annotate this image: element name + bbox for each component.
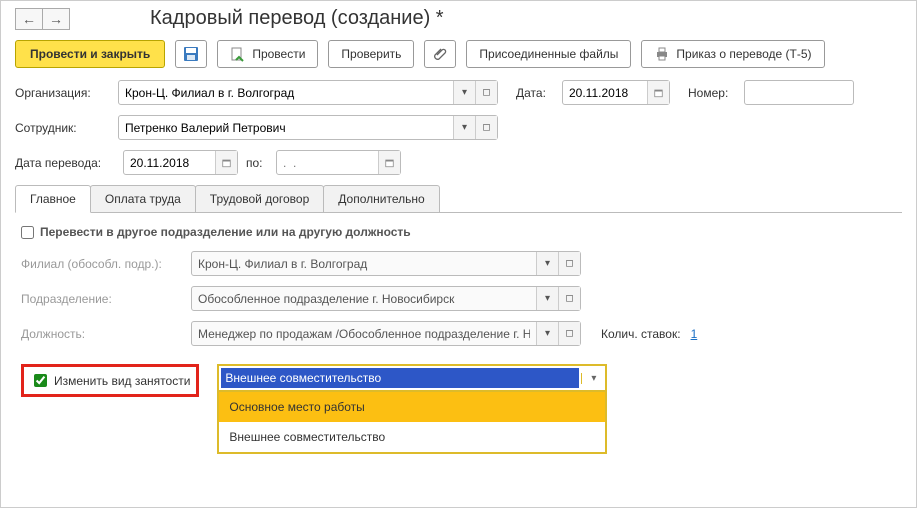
tab-payment[interactable]: Оплата труда [90, 185, 196, 212]
employee-field[interactable]: ▾ ◻ [118, 115, 498, 140]
chevron-down-icon: ▾ [545, 258, 550, 269]
number-field[interactable] [744, 80, 854, 105]
number-input[interactable] [745, 81, 853, 104]
transfer-checkbox-label: Перевести в другое подразделение или на … [40, 225, 411, 239]
organization-dropdown-button[interactable]: ▾ [453, 81, 475, 104]
branch-input [192, 252, 536, 275]
post-icon [230, 46, 246, 62]
page-title: Кадровый перевод (создание) * [150, 7, 444, 30]
printer-icon [654, 46, 670, 62]
organization-field[interactable]: ▾ ◻ [118, 80, 498, 105]
occupation-selected: Внешнее совместительство [221, 368, 579, 388]
tab-extra[interactable]: Дополнительно [323, 185, 439, 212]
chevron-down-icon: ▾ [545, 293, 550, 304]
post-button[interactable]: Провести [217, 40, 318, 68]
open-icon: ◻ [565, 328, 573, 339]
transfer-order-button[interactable]: Приказ о переводе (Т-5) [641, 40, 824, 68]
position-dropdown-button: ▾ [536, 322, 558, 345]
rates-link[interactable]: 1 [691, 327, 698, 341]
occupation-dropdown-list: Основное место работы Внешнее совместите… [217, 392, 607, 454]
attached-files-button[interactable]: Присоединенные файлы [466, 40, 631, 68]
to-date-calendar-button[interactable] [378, 151, 400, 174]
chevron-down-icon: ▾ [462, 122, 467, 133]
date-input[interactable] [563, 81, 647, 104]
attach-button[interactable] [424, 40, 456, 68]
open-icon: ◻ [482, 122, 490, 133]
chevron-down-icon: ▾ [462, 87, 467, 98]
nav-back-button[interactable]: ← [15, 8, 43, 30]
transfer-checkbox[interactable] [21, 226, 34, 239]
transfer-date-input[interactable] [124, 151, 215, 174]
save-button[interactable] [175, 40, 207, 68]
branch-open-button: ◻ [558, 252, 580, 275]
branch-field: ▾ ◻ [191, 251, 581, 276]
post-and-close-button[interactable]: Провести и закрыть [15, 40, 165, 68]
organization-open-button[interactable]: ◻ [475, 81, 497, 104]
branch-label: Филиал (обособл. подр.): [21, 257, 181, 271]
position-label: Должность: [21, 327, 181, 341]
paperclip-icon [432, 46, 448, 62]
date-calendar-button[interactable] [647, 81, 669, 104]
transfer-date-label: Дата перевода: [15, 156, 115, 170]
calendar-icon [385, 157, 394, 169]
nav-forward-button[interactable]: → [42, 8, 70, 30]
branch-dropdown-button: ▾ [536, 252, 558, 275]
position-open-button: ◻ [558, 322, 580, 345]
occupation-option-external[interactable]: Внешнее совместительство [219, 422, 605, 452]
position-field: ▾ ◻ [191, 321, 581, 346]
employee-input[interactable] [119, 116, 453, 139]
to-label: по: [246, 156, 268, 170]
chevron-down-icon: ▾ [545, 328, 550, 339]
employee-dropdown-button[interactable]: ▾ [453, 116, 475, 139]
number-label: Номер: [688, 86, 736, 100]
open-icon: ◻ [482, 87, 490, 98]
department-open-button: ◻ [558, 287, 580, 310]
open-icon: ◻ [565, 293, 573, 304]
organization-input[interactable] [119, 81, 453, 104]
date-label: Дата: [516, 86, 554, 100]
check-button[interactable]: Проверить [328, 40, 414, 68]
change-occupation-label: Изменить вид занятости [54, 374, 190, 388]
transfer-date-calendar-button[interactable] [215, 151, 237, 174]
change-occupation-highlight: Изменить вид занятости [21, 364, 199, 397]
employee-label: Сотрудник: [15, 121, 110, 135]
to-date-field[interactable] [276, 150, 401, 175]
to-date-input[interactable] [277, 151, 378, 174]
organization-label: Организация: [15, 86, 110, 100]
post-button-label: Провести [252, 47, 305, 61]
department-field: ▾ ◻ [191, 286, 581, 311]
transfer-order-label: Приказ о переводе (Т-5) [676, 47, 811, 61]
position-input [192, 322, 536, 345]
rates-label: Колич. ставок: [601, 327, 681, 341]
tab-main[interactable]: Главное [15, 185, 91, 213]
tab-contract[interactable]: Трудовой договор [195, 185, 324, 212]
calendar-icon [654, 87, 663, 99]
employee-open-button[interactable]: ◻ [475, 116, 497, 139]
change-occupation-checkbox[interactable] [34, 374, 47, 387]
department-input [192, 287, 536, 310]
open-icon: ◻ [565, 258, 573, 269]
calendar-icon [222, 157, 231, 169]
department-label: Подразделение: [21, 292, 181, 306]
transfer-date-field[interactable] [123, 150, 238, 175]
arrow-right-icon: → [49, 11, 63, 27]
occupation-dropdown-toggle[interactable]: ▾ [581, 373, 605, 384]
department-dropdown-button: ▾ [536, 287, 558, 310]
arrow-left-icon: ← [22, 11, 36, 27]
occupation-dropdown[interactable]: Внешнее совместительство ▾ Основное мест… [217, 364, 607, 392]
occupation-option-main[interactable]: Основное место работы [219, 392, 605, 422]
chevron-down-icon: ▾ [591, 373, 596, 384]
floppy-disk-icon [183, 46, 199, 62]
date-field[interactable] [562, 80, 670, 105]
